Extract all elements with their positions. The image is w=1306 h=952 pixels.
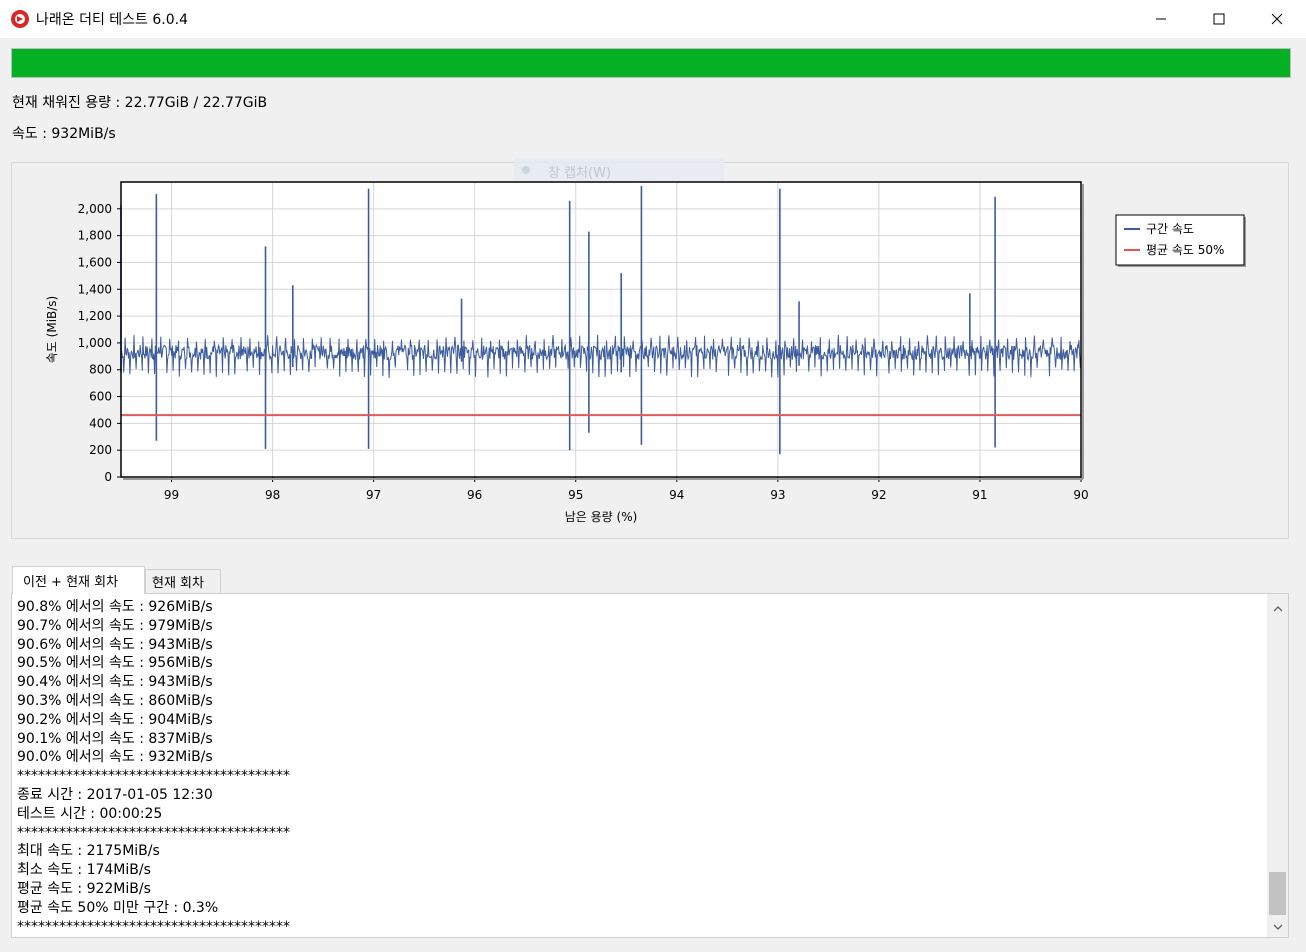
y-tick-label: 800 xyxy=(89,363,112,377)
x-tick-label: 94 xyxy=(669,488,684,502)
y-tick-label: 400 xyxy=(89,416,112,430)
scroll-thumb[interactable] xyxy=(1269,872,1286,915)
log-line: 테스트 시간 : 00:00:25 xyxy=(17,805,163,822)
y-tick-label: 1,800 xyxy=(78,229,112,243)
log-line: 90.1% 에서의 속도 : 837MiB/s xyxy=(17,730,213,747)
chevron-up-icon xyxy=(1273,597,1283,616)
y-tick-label: 1,400 xyxy=(78,282,112,296)
y-axis-label: 속도 (MiB/s) xyxy=(45,296,59,363)
log-line: 최대 속도 : 2175MiB/s xyxy=(17,843,160,860)
tab-previous-and-current[interactable]: 이전 + 현재 회차 xyxy=(12,566,145,594)
log-line: 평균 속도 50% 미만 구간 : 0.3% xyxy=(17,899,219,916)
log-line: 90.5% 에서의 속도 : 956MiB/s xyxy=(17,655,213,672)
x-tick-label: 91 xyxy=(972,488,987,502)
y-tick-label: 2,000 xyxy=(78,202,112,216)
x-axis-label: 남은 용량 (%) xyxy=(565,510,638,524)
vertical-scrollbar[interactable] xyxy=(1267,594,1288,937)
tab-previous-and-current-label: 이전 + 현재 회차 xyxy=(23,575,119,590)
log-line: 평균 속도 : 922MiB/s xyxy=(17,880,151,897)
log-line: 90.8% 에서의 속도 : 926MiB/s xyxy=(17,599,213,615)
log-line: 90.7% 에서의 속도 : 979MiB/s xyxy=(17,617,213,634)
x-tick-label: 92 xyxy=(871,488,886,502)
x-tick-label: 96 xyxy=(467,488,482,502)
scroll-down-button[interactable] xyxy=(1267,914,1288,935)
tab-current-round[interactable]: 현재 회차 xyxy=(145,569,221,593)
log-line: 90.0% 에서의 속도 : 932MiB/s xyxy=(17,749,213,766)
log-line: 최소 속도 : 174MiB/s xyxy=(17,862,151,879)
legend-entry: 구간 속도 xyxy=(1146,222,1194,236)
y-tick-label: 1,000 xyxy=(78,336,112,350)
speed-chart: 0 200 400 600 800 1,000 1,200 1,400 1,600 1,800 2,… xyxy=(45,181,1246,524)
x-tick-label: 95 xyxy=(568,488,583,502)
log-line: 종료 시간 : 2017-01-05 12:30 xyxy=(17,786,213,803)
log-line: 90.3% 에서의 속도 : 860MiB/s xyxy=(17,692,213,709)
x-tick-label: 90 xyxy=(1073,488,1088,502)
log-line: *************************************** xyxy=(17,824,290,841)
x-tick-label: 99 xyxy=(164,488,179,502)
y-tick-label: 1,200 xyxy=(78,309,112,323)
y-tick-label: 1,600 xyxy=(78,255,112,269)
log-line: *************************************** xyxy=(17,918,290,935)
log-lines: 90.8% 에서의 속도 : 926MiB/s 90.7% 에서의 속도 : 97… xyxy=(17,598,290,936)
chevron-down-icon xyxy=(1273,915,1283,934)
y-tick-label: 0 xyxy=(104,470,112,484)
y-tick-label: 200 xyxy=(89,443,112,457)
legend-entry: 평균 속도 50% xyxy=(1146,243,1224,257)
x-tick-label: 93 xyxy=(770,488,785,502)
x-tick-label: 98 xyxy=(265,488,280,502)
log-line: 90.4% 에서의 속도 : 943MiB/s xyxy=(17,674,213,691)
tab-current-round-label: 현재 회차 xyxy=(152,576,204,591)
x-tick-label: 97 xyxy=(366,488,381,502)
y-tick-label: 600 xyxy=(89,390,112,404)
log-textbox[interactable]: 90.8% 에서의 속도 : 926MiB/s 90.7% 에서의 속도 : 97… xyxy=(11,593,1289,938)
log-line: *************************************** xyxy=(17,768,290,785)
scroll-up-button[interactable] xyxy=(1267,596,1288,617)
log-line: 90.2% 에서의 속도 : 904MiB/s xyxy=(17,711,213,728)
log-line: 90.6% 에서의 속도 : 943MiB/s xyxy=(17,636,213,653)
